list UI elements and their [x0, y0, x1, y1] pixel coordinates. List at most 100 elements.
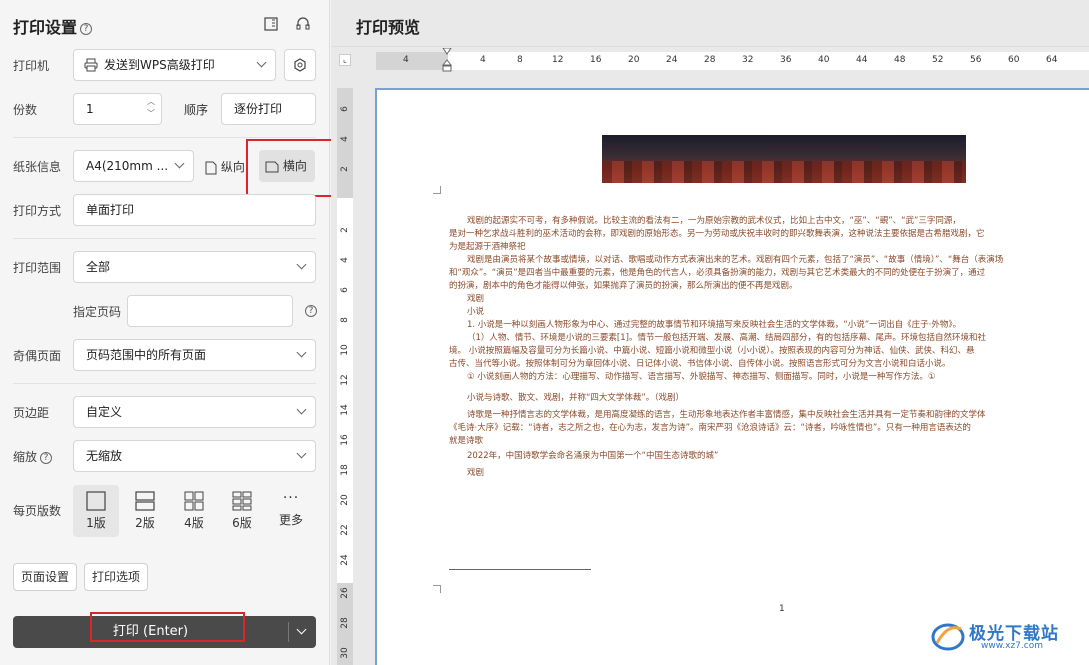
ruler-tick: 26: [340, 587, 350, 599]
doc-line: 戏剧的起源实不可考，有多种假说。比较主流的看法有二，一为原始宗教的武术仪式，比如…: [467, 216, 961, 226]
range-label: 打印范围: [13, 261, 62, 275]
chevron-down-icon: [296, 404, 307, 415]
layout-1-option[interactable]: 1版: [73, 485, 119, 537]
print-settings-panel: 打印设置? 打印机 发送到WPS高级打印 份数 1 ︿ ﹀ 顺序 逐份打印 纸张信…: [0, 0, 337, 665]
doc-line: 为是起源于酒神祭祀: [449, 242, 526, 252]
help-icon[interactable]: ?: [305, 305, 317, 317]
scale-label: 缩放?: [13, 448, 53, 465]
indent-marker-icon[interactable]: [442, 48, 452, 74]
margin-value: 自定义: [86, 405, 123, 419]
ruler-corner-icon: ⌞: [339, 54, 351, 66]
ruler-tick: 44: [856, 55, 868, 65]
preview-page: 戏剧的起源实不可考，有多种假说。比较主流的看法有二，一为原始宗教的武术仪式，比如…: [375, 88, 1089, 665]
chevron-down-icon: [296, 347, 307, 358]
printer-value: 发送到WPS高级打印: [104, 58, 215, 72]
paper-value: A4(210mm ...: [86, 159, 169, 173]
doc-line: 《毛诗·大序》记载：“诗者，志之所之也，在心为志，发言为诗”。南宋严羽《沧浪诗话…: [449, 423, 971, 433]
layout-4-icon: [184, 491, 204, 511]
doc-line: 小说: [467, 307, 485, 317]
printer-settings-button[interactable]: [284, 49, 316, 81]
ruler-tick: 60: [1008, 55, 1020, 65]
ruler-tick: 16: [590, 55, 602, 65]
page-setup-button[interactable]: 页面设置: [13, 563, 77, 591]
ruler-margin: [376, 52, 448, 70]
ruler-tick: 14: [340, 404, 350, 416]
ruler-tick: 24: [340, 554, 350, 566]
watermark-icon: [931, 623, 965, 651]
doc-line: （1）人物、情节、环境是小说的三要素[1]。情节一般包括开端、发展、高潮、结局四…: [467, 333, 986, 343]
header-image: [602, 135, 966, 183]
order-value: 逐份打印: [234, 102, 283, 116]
ruler-tick: 28: [704, 55, 716, 65]
divider: [288, 622, 289, 642]
ruler-tick: 4: [480, 55, 486, 65]
ruler-tick: 6: [340, 106, 350, 112]
pages-label: 指定页码: [73, 305, 122, 319]
layout-2-icon: [135, 491, 155, 511]
print-options-button[interactable]: 打印选项: [84, 563, 148, 591]
copies-stepper[interactable]: 1 ︿ ﹀: [73, 93, 162, 125]
layout-2-option[interactable]: 2版: [122, 485, 168, 537]
scale-select[interactable]: 无缩放: [73, 440, 316, 472]
layout-2-label: 2版: [135, 516, 155, 530]
help-icon[interactable]: ?: [80, 22, 93, 35]
ruler-tick: 36: [780, 55, 792, 65]
page-number: 1: [779, 604, 785, 614]
support-icon[interactable]: [295, 16, 311, 32]
margin-select[interactable]: 自定义: [73, 396, 316, 428]
oddeven-label: 奇偶页面: [13, 349, 62, 363]
portrait-label: 纵向: [220, 160, 245, 174]
scale-value: 无缩放: [86, 449, 123, 463]
layout-6-option[interactable]: 6版: [219, 485, 265, 537]
ruler-tick: 6: [340, 287, 350, 293]
stepper-arrows-icon[interactable]: ︿ ﹀: [147, 96, 155, 120]
order-label: 顺序: [184, 103, 209, 117]
oddeven-select[interactable]: 页码范围中的所有页面: [73, 339, 316, 371]
printer-select[interactable]: 发送到WPS高级打印: [73, 49, 276, 81]
doc-line: 诗歌是一种抒情言志的文学体裁，是用高度凝练的语言，生动形象地表达作者丰富情感，集…: [467, 410, 986, 420]
doc-line: 就是诗歌: [449, 436, 484, 446]
doc-line: 2022年，中国诗歌学会命名涌泉为中国第一个“中国生态诗歌的城”: [467, 451, 719, 461]
print-mode-value: 单面打印: [86, 203, 135, 217]
horizontal-ruler: 4 4 8 12 16 20 24 28 32 36 40 44 48 52 5…: [376, 48, 1089, 72]
ruler-tick: 2: [340, 227, 350, 233]
paper-select[interactable]: A4(210mm ...: [73, 150, 194, 182]
doc-line: 戏剧: [467, 294, 485, 304]
ruler-tick: 64: [1046, 55, 1058, 65]
ruler-tick: 4: [403, 55, 409, 65]
doc-line: 戏剧是由演员将某个故事或情境，以对话、歌唱或动作方式表演出来的艺术。戏剧有四个元…: [467, 255, 1004, 265]
ruler-tick: 2: [340, 166, 350, 172]
help-icon[interactable]: ?: [40, 451, 53, 464]
range-select[interactable]: 全部: [73, 251, 316, 283]
chevron-down-icon: [256, 57, 267, 68]
doc-line: 是对一种乞求战斗胜利的巫术活动的会称，即戏剧的原始形态。另一为劳动或庆祝丰收时的…: [449, 229, 985, 239]
doc-line: 和“观众”。“演员”是四者当中最重要的元素，他是角色的代言人，必须具备扮演的能力…: [449, 268, 986, 278]
ruler-tick: 4: [340, 257, 350, 263]
gear-icon: [294, 58, 306, 72]
doc-line: 境。 小说按照篇幅及容量可分为长篇小说、中篇小说、短篇小说和微型小说（小小说）。…: [449, 346, 975, 356]
layout-4-option[interactable]: 4版: [171, 485, 217, 537]
chevron-down-icon[interactable]: [296, 624, 307, 635]
ruler-tick: 10: [340, 344, 350, 356]
doc-line: 古传、当代等小说。按照体制可分为章回体小说、日记体小说、书信体小说、自传体小说。…: [449, 359, 951, 369]
pages-input[interactable]: [127, 295, 293, 327]
ruler-tick: 22: [340, 524, 350, 536]
more-icon: ···: [282, 490, 300, 506]
portrait-option[interactable]: 纵向: [205, 158, 245, 175]
layout-icon[interactable]: [263, 16, 279, 32]
ruler-tick: 24: [666, 55, 678, 65]
per-page-label: 每页版数: [13, 504, 62, 518]
range-value: 全部: [86, 260, 111, 274]
divider: [331, 46, 1089, 47]
settings-title: 打印设置?: [13, 14, 93, 38]
watermark-url: www.xz7.com: [981, 641, 1043, 651]
chevron-down-icon: [296, 259, 307, 270]
ruler-tick: 56: [970, 55, 982, 65]
layout-more-option[interactable]: ··· 更多: [268, 485, 314, 537]
order-select[interactable]: 逐份打印: [221, 93, 316, 125]
margin-corner: [433, 585, 441, 593]
footnote-line: [449, 569, 591, 570]
divider: [13, 383, 316, 384]
portrait-icon: [205, 161, 217, 174]
print-mode-select[interactable]: 单面打印: [73, 194, 316, 226]
